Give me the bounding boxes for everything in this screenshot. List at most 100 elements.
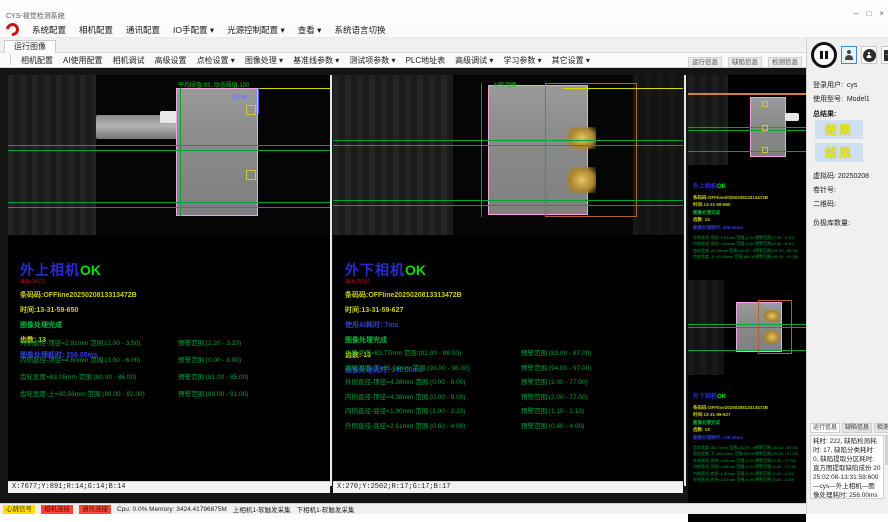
ai-time-line: 使用AI耗时: 7ms [345,320,462,330]
tab-run-image[interactable]: 运行图像 [4,40,56,53]
maximize-button[interactable]: □ [866,9,871,18]
person-icon [844,50,854,60]
camera-panel-upper: 平均阈值:93, 动态阈值:100 53.46 外上相机OK 输出:OK(1) … [8,75,330,493]
measurement-row: 齿轮宽度-上=90.56mm 范围:(88.00 - 92.00)预警范围:(8… [20,388,248,405]
minimize-button[interactable]: – [854,9,858,18]
teeth-line: 齿数: 13 [693,217,798,223]
laser-line [688,127,806,128]
barcode-line: 条码码:OFFIine2025020813313472B [345,290,462,300]
menu-item-camera-config[interactable]: 相机配置 [79,24,113,36]
mini-view-upper[interactable] [688,75,806,165]
pause-button[interactable] [811,42,837,68]
mini-view-lower[interactable] [688,280,806,375]
highlight-spot [764,310,780,322]
warn-range: 预警范围:(2.20 - 3.20) [178,337,241,354]
tool-spot-check[interactable]: 点检设置 ▾ [197,55,235,66]
measure-value: 外侧直径-底径=2.61mm 范围:(0.60 - 4.00) [345,420,521,435]
camera-name-label: 外上相机 [20,262,80,278]
info-tab-defect[interactable]: 缺陷信息 [842,423,872,433]
measure-value: 齿轮宽度-下=95.24mm 范围:(93.00 - 98.00) [345,362,521,377]
menu-item-io-config[interactable]: IO手配置 ▾ [173,24,214,36]
toolbar-separator [10,55,11,65]
mini-tab-detect-info[interactable]: 检测信息 [768,57,802,68]
info-tab-detect[interactable]: 检测信息 [874,423,888,433]
warn-range: 预警范围:(89.00 - 91.00) [755,254,798,261]
measurement-row: 内侧直径-顶径=4.60mm 范围:(3.00 - 6.00)预警范围:(0.0… [20,354,248,371]
highlight-spot [764,330,780,344]
total-result-label: 总结果: [813,109,836,119]
status-bar: 心跳信号 相机连接 通讯连接 Cpu: 0.0% Memory: 3424.41… [0,503,806,514]
menu-item-light-config[interactable]: 光源控制配置 ▾ [227,24,285,36]
close-button[interactable]: × [879,9,884,18]
tool-camera-config[interactable]: 相机配置 [21,55,53,66]
measurement-row: 外侧直径-底径=2.61mm 范围:(0.60 - 4.00)预警范围:(0.6… [345,420,591,435]
sidebar: 登录用户: cys 使用型号: Model1 总结果: 结果 结果 虚拟码: 2… [806,38,888,514]
tool-camera-debug[interactable]: 相机调试 [113,55,145,66]
measurement-row: 齿轮宽度=83.05mm 范围:(80.00 - 86.00)预警范围:(81.… [20,371,248,388]
measure-value: 外侧直径-顶径=2.91mm 范围:(2.00 - 3.50) [20,337,178,354]
run-info-text: 耗时: 222, 缺陷检测耗时: 17, 缺陷分类耗时: 0, 缺陷提取分区耗时… [810,435,884,499]
menu-item-comm-config[interactable]: 通讯配置 [126,24,160,36]
info-tabs: 运行信息 缺陷信息 检测信息 [810,423,886,433]
info-tab-run[interactable]: 运行信息 [810,423,840,433]
mini-tab-defect-info[interactable]: 缺陷信息 [728,57,762,68]
measurement-row: 外侧直径-顶径=4.38mm 范围:(0.00 - 9.00)预警范围:(2.0… [345,376,591,391]
measurement-row: 齿轮宽度=83.77mm 范围:(82.00 - 88.00)预警范围:(83.… [345,347,591,362]
tool-plc-address[interactable]: PLC地址表 [406,55,446,66]
done-line: 图像处理完成 [693,420,798,426]
measure-value: 齿轮宽度=83.77mm 范围:(82.00 - 88.00) [345,347,521,362]
warn-range: 预警范围:(83.00 - 87.00) [521,347,591,362]
person-circle-icon [863,49,876,62]
camera-name-label: 外下相机 [693,394,717,400]
barcode-line: 条码码:OFFIine2025020813313472B [20,290,137,300]
ai-detect-box [545,83,637,217]
menu-item-view[interactable]: 查看 ▾ [298,24,322,36]
result-badge-1: 结果 [815,120,863,139]
camera-view-upper[interactable]: 平均阈值:93, 动态阈值:100 53.46 [8,75,330,235]
mini-tab-run-info[interactable]: 运行信息 [688,57,722,68]
measurement-rows-lower: 齿轮宽度=83.77mm 范围:(82.00 - 88.00)预警范围:(83.… [345,347,591,434]
panel-divider-2[interactable] [684,75,686,486]
time-line: 时间:13-31-59-650 [693,202,798,208]
mini-panel-lower: 外下相机OK 条码码:OFFIine2025020813313472B 时间:1… [688,280,806,522]
machine-column [8,75,96,235]
tool-baseline-params[interactable]: 基准线参数 ▾ [293,55,339,66]
tool-advanced-debug[interactable]: 高级调试 ▾ [455,55,493,66]
measurement-row: 内侧直径-底径=1.90mm 范围:(1.00 - 2.20)预警范围:(1.1… [345,405,591,420]
tool-other-settings[interactable]: 其它设置 ▾ [552,55,590,66]
tool-learn-params[interactable]: 学习参数 ▾ [503,55,541,66]
measure-overlay: 53.46 [232,95,247,101]
ai-box-label: AI检测框 [493,80,517,89]
tool-advanced-settings[interactable]: 高级设置 [155,55,187,66]
user-account-button[interactable] [861,46,877,64]
camera-link-badge: 相机连接 [41,505,73,514]
camera-view-lower[interactable]: AI检测框 [333,75,683,235]
tool-test-params[interactable]: 测试项参数 ▾ [349,55,395,66]
user-login-button[interactable] [841,46,857,64]
logout-button[interactable] [881,46,888,64]
measure-value: 内侧直径-顶径=4.60mm 范围:(3.00 - 6.00) [20,354,178,371]
machine-column [333,75,453,235]
model-row: 使用型号: Model1 [813,94,870,104]
result-badge-2: 结果 [815,143,863,162]
edge-line [481,83,482,217]
result-badge-text: 结果 [825,144,853,161]
measurement-row: 齿轮宽度-上=90.56mm 范围:(88.00 - 92.00)预警范围:(8… [693,254,798,261]
laser-line [688,151,806,152]
time-line: 时间:13-31-59-650 [20,305,137,315]
virtual-code-label: 虚拟码: [813,173,836,180]
warn-range: 预警范围:(2.00 - 77.00) [521,391,588,406]
menu-item-language[interactable]: 系统语言切换 [334,24,385,36]
camera-top-trigger-text: 上相机1-软触发采集 [233,504,291,514]
tool-ai-config[interactable]: AI使用配置 [63,55,103,66]
panel-divider[interactable] [330,75,332,486]
measure-value: 齿轮宽度=83.05mm 范围:(80.00 - 86.00) [20,371,178,388]
tool-image-process[interactable]: 图像处理 ▾ [245,55,283,66]
tab-bar: 运行图像 [0,38,806,53]
measurement-row: 内侧直径-顶径=4.38mm 范围:(0.00 - 9.00)预警范围:(2.0… [345,391,591,406]
guide-line-yellow [563,88,683,89]
login-user-row: 登录用户: cys [813,80,857,90]
menu-item-system-config[interactable]: 系统配置 [32,24,66,36]
mini-result-lower: 外下相机OK 条码码:OFFIine2025020813313472B 时间:1… [693,385,798,484]
camera-bottom-trigger-text: 下相机1-软触发采集 [297,504,355,514]
